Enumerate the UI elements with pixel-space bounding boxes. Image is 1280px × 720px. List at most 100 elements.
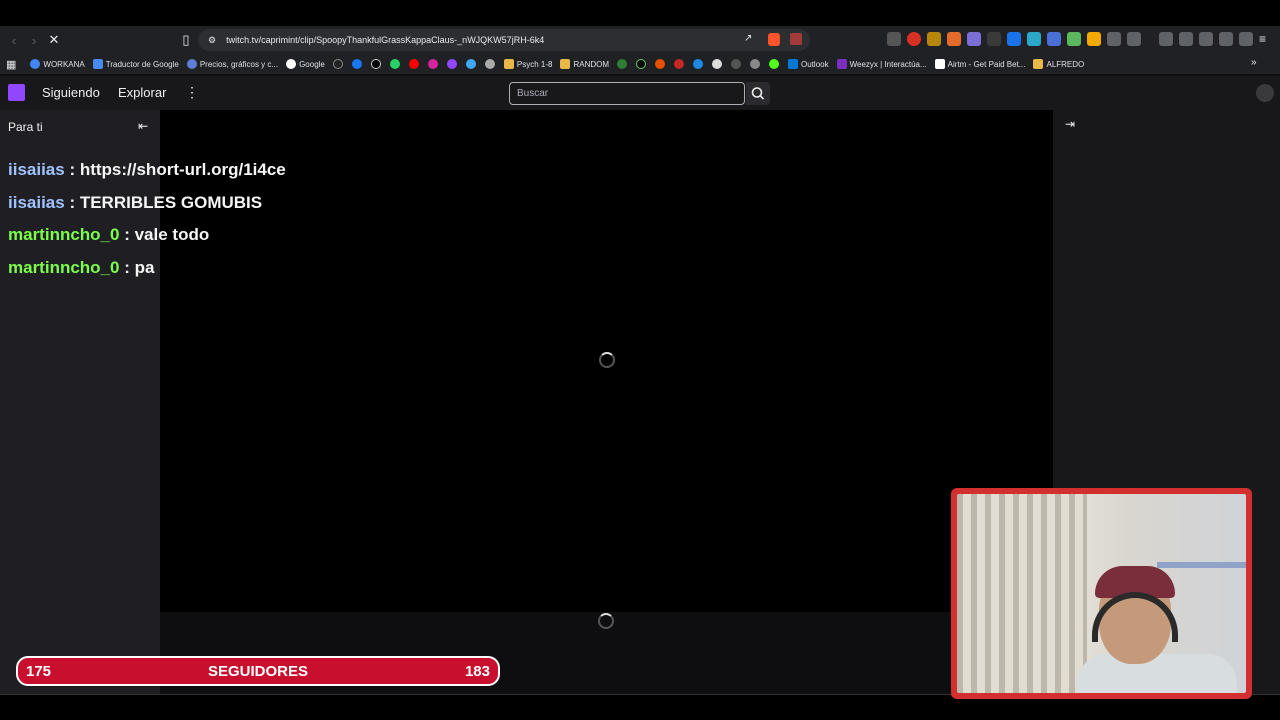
bookmark-icon[interactable] [655,59,666,69]
whatsapp-icon[interactable] [389,59,400,69]
leo-ai-icon[interactable] [1219,32,1233,46]
x-icon[interactable] [370,59,381,69]
stream-chat-overlay: iisaiias : https://short-url.org/1i4ce i… [8,154,286,285]
bookmark-icon[interactable] [617,59,628,69]
kick-icon[interactable] [769,59,780,69]
wallet-icon[interactable] [1199,32,1213,46]
followers-current: 175 [26,662,52,680]
expand-chat-icon[interactable]: ⇥ [1065,117,1075,131]
browser-address-bar: ‹ › ✕ ▯ ⚙ twitch.tv/caprimint/clip/Spoop… [0,26,1280,54]
bookmark-page-icon[interactable]: ▯ [176,30,196,50]
extensions-puzzle-icon[interactable] [1107,32,1121,46]
folder-icon [1033,59,1044,69]
brave-shield-icon[interactable] [768,33,780,46]
instagram-icon[interactable] [427,59,438,69]
curtain [957,494,1087,693]
chat-separator: : [119,225,135,245]
youtube-icon[interactable] [408,59,419,69]
bookmark-icon[interactable] [712,59,723,69]
extension-icon[interactable] [927,32,941,46]
extension-icon[interactable] [907,32,921,46]
sidebar-icon[interactable] [1179,32,1193,46]
outlook-icon [788,59,799,69]
chat-message: iisaiias : https://short-url.org/1i4ce [8,154,286,187]
collapse-sidebar-icon[interactable]: ⇤ [138,119,148,133]
extension-icon[interactable] [967,32,981,46]
tiktok-icon[interactable] [332,59,343,69]
stop-loading-icon[interactable]: ✕ [44,30,64,50]
extension-icon[interactable] [1047,32,1061,46]
folder-icon [503,59,514,69]
sidebar-title: Para ti [8,120,43,134]
follower-goal-bar: 175 SEGUIDORES 183 [16,656,500,686]
followers-goal: 183 [464,662,490,680]
site-info-icon[interactable]: ⚙ [208,35,216,46]
twitch-logo-icon[interactable] [8,84,25,101]
chat-message: iisaiias : TERRIBLES GOMUBIS [8,187,286,220]
bookmark-prices[interactable]: Precios, gráficos y c... [186,59,278,69]
chat-username: iisaiias [8,192,65,212]
bookmark-icon[interactable] [636,59,647,69]
chat-text: vale todo [134,225,210,245]
extension-icon[interactable] [887,32,901,46]
weezyx-icon [836,59,847,69]
video-player[interactable] [160,110,1053,612]
bookmark-icon[interactable] [674,59,685,69]
loading-spinner-icon [598,613,614,629]
bookmark-icon[interactable] [693,59,704,69]
more-bookmarks-icon[interactable]: » [1251,57,1257,68]
bookmark-airtm[interactable]: Airtm - Get Paid Bet... [934,59,1025,69]
bookmark-outlook[interactable]: Outlook [788,59,829,69]
back-icon[interactable]: ‹ [4,30,24,50]
more-options-icon[interactable]: ⋮ [185,84,199,101]
forward-icon[interactable]: › [24,30,44,50]
twitch-top-nav: Siguiendo Explorar ⋮ Buscar [0,76,1280,110]
bookmark-google[interactable]: Google [286,59,325,69]
bookmark-folder-psych[interactable]: Psych 1-8 [503,59,552,69]
bookmark-icon[interactable] [731,59,742,69]
person-body [1077,654,1237,693]
extension-icon[interactable] [1007,32,1021,46]
google-icon [286,59,297,69]
bookmark-translate[interactable]: Traductor de Google [92,59,179,69]
bookmark-icon[interactable] [465,59,476,69]
bookmark-workana[interactable]: WORKANA [30,59,85,69]
extension-icon[interactable] [947,32,961,46]
search-button[interactable] [746,82,770,105]
bookmark-folder-alfredo[interactable]: ALFREDO [1033,59,1084,69]
media-icon[interactable] [1159,32,1173,46]
folder-icon [560,59,571,69]
chat-message: martinncho_0 : vale todo [8,219,286,252]
webcam-feed [957,494,1246,693]
chat-separator: : [64,160,80,179]
bookmark-folder-random[interactable]: RANDOM [560,59,609,69]
brave-rewards-icon[interactable] [790,33,802,45]
search-input[interactable]: Buscar [509,82,745,105]
extension-icon[interactable] [1087,32,1101,46]
nav-following[interactable]: Siguiendo [42,85,100,100]
apps-grid-icon[interactable]: ▦ [6,58,16,71]
chat-username: martinncho_0 [8,225,120,245]
extension-icon[interactable] [1067,32,1081,46]
chat-text: https://short-url.org/1i4ce [79,160,286,179]
bookmark-icon[interactable] [750,59,761,69]
extension-icon[interactable] [987,32,1001,46]
vpn-shield-icon[interactable] [1239,32,1253,46]
facebook-icon[interactable] [351,59,362,69]
chat-separator: : [64,192,80,212]
nav-browse[interactable]: Explorar [118,85,166,100]
url-text: twitch.tv/caprimint/clip/SpoopyThankfulG… [226,35,545,45]
share-icon[interactable]: ↗ [744,33,752,44]
chat-username: martinncho_0 [8,258,120,278]
bookmark-weezyx[interactable]: Weezyx | Interactúa... [836,59,927,69]
extension-icon[interactable] [1127,32,1141,46]
menu-icon[interactable]: ≡ [1259,32,1266,46]
window-top-strip [0,0,1280,26]
extension-icon[interactable] [1027,32,1041,46]
workana-icon [30,59,41,69]
shelf [1157,562,1246,568]
bookmark-icon[interactable] [484,59,495,69]
twitch-icon[interactable] [446,59,457,69]
url-field[interactable]: ⚙ twitch.tv/caprimint/clip/SpoopyThankfu… [198,29,810,51]
user-avatar[interactable] [1256,84,1274,102]
